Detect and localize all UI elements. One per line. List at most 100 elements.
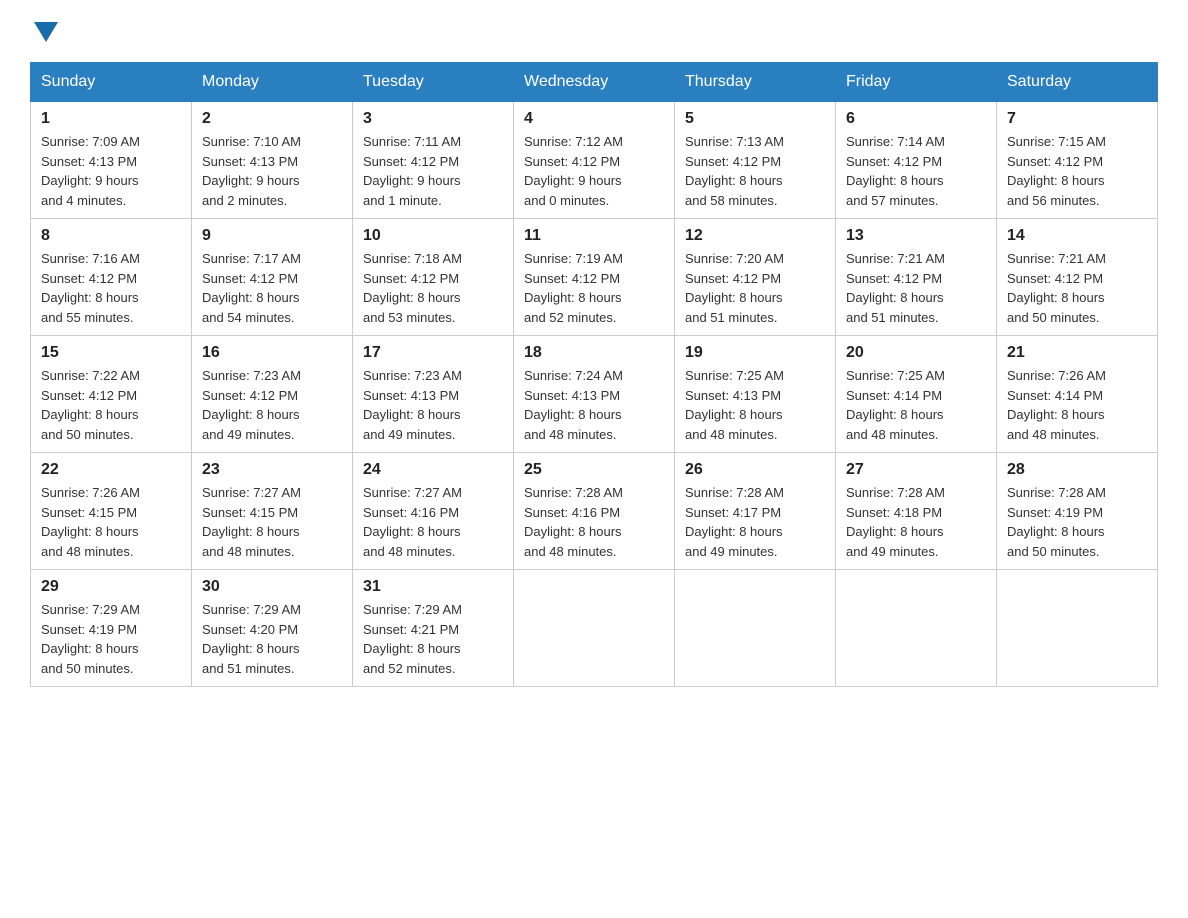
- day-info: Sunrise: 7:17 AMSunset: 4:12 PMDaylight:…: [202, 251, 301, 325]
- calendar-week-row: 22 Sunrise: 7:26 AMSunset: 4:15 PMDaylig…: [31, 453, 1158, 570]
- day-of-week-header: Saturday: [997, 63, 1158, 102]
- day-number: 20: [846, 344, 986, 362]
- calendar-day-cell: 8 Sunrise: 7:16 AMSunset: 4:12 PMDayligh…: [31, 219, 192, 336]
- calendar-day-cell: 21 Sunrise: 7:26 AMSunset: 4:14 PMDaylig…: [997, 336, 1158, 453]
- day-info: Sunrise: 7:10 AMSunset: 4:13 PMDaylight:…: [202, 134, 301, 208]
- day-number: 22: [41, 461, 181, 479]
- logo-triangle-icon: [34, 22, 58, 42]
- calendar-day-cell: 2 Sunrise: 7:10 AMSunset: 4:13 PMDayligh…: [192, 102, 353, 219]
- calendar-day-cell: 17 Sunrise: 7:23 AMSunset: 4:13 PMDaylig…: [353, 336, 514, 453]
- day-info: Sunrise: 7:21 AMSunset: 4:12 PMDaylight:…: [1007, 251, 1106, 325]
- calendar-table: SundayMondayTuesdayWednesdayThursdayFrid…: [30, 62, 1158, 687]
- calendar-day-cell: 4 Sunrise: 7:12 AMSunset: 4:12 PMDayligh…: [514, 102, 675, 219]
- day-info: Sunrise: 7:09 AMSunset: 4:13 PMDaylight:…: [41, 134, 140, 208]
- day-info: Sunrise: 7:29 AMSunset: 4:20 PMDaylight:…: [202, 602, 301, 676]
- day-number: 2: [202, 110, 342, 128]
- day-number: 21: [1007, 344, 1147, 362]
- calendar-day-cell: 15 Sunrise: 7:22 AMSunset: 4:12 PMDaylig…: [31, 336, 192, 453]
- day-number: 30: [202, 578, 342, 596]
- day-info: Sunrise: 7:26 AMSunset: 4:14 PMDaylight:…: [1007, 368, 1106, 442]
- day-number: 5: [685, 110, 825, 128]
- day-info: Sunrise: 7:28 AMSunset: 4:16 PMDaylight:…: [524, 485, 623, 559]
- calendar-day-cell: 14 Sunrise: 7:21 AMSunset: 4:12 PMDaylig…: [997, 219, 1158, 336]
- day-number: 1: [41, 110, 181, 128]
- calendar-day-cell: 9 Sunrise: 7:17 AMSunset: 4:12 PMDayligh…: [192, 219, 353, 336]
- day-number: 31: [363, 578, 503, 596]
- calendar-day-cell: [514, 570, 675, 687]
- calendar-week-row: 8 Sunrise: 7:16 AMSunset: 4:12 PMDayligh…: [31, 219, 1158, 336]
- calendar-day-cell: 20 Sunrise: 7:25 AMSunset: 4:14 PMDaylig…: [836, 336, 997, 453]
- day-info: Sunrise: 7:13 AMSunset: 4:12 PMDaylight:…: [685, 134, 784, 208]
- day-of-week-header: Sunday: [31, 63, 192, 102]
- day-info: Sunrise: 7:20 AMSunset: 4:12 PMDaylight:…: [685, 251, 784, 325]
- calendar-day-cell: 23 Sunrise: 7:27 AMSunset: 4:15 PMDaylig…: [192, 453, 353, 570]
- calendar-day-cell: 5 Sunrise: 7:13 AMSunset: 4:12 PMDayligh…: [675, 102, 836, 219]
- day-number: 16: [202, 344, 342, 362]
- day-info: Sunrise: 7:25 AMSunset: 4:13 PMDaylight:…: [685, 368, 784, 442]
- day-number: 25: [524, 461, 664, 479]
- day-number: 3: [363, 110, 503, 128]
- calendar-day-cell: 11 Sunrise: 7:19 AMSunset: 4:12 PMDaylig…: [514, 219, 675, 336]
- day-number: 4: [524, 110, 664, 128]
- day-info: Sunrise: 7:24 AMSunset: 4:13 PMDaylight:…: [524, 368, 623, 442]
- day-number: 11: [524, 227, 664, 245]
- calendar-day-cell: 10 Sunrise: 7:18 AMSunset: 4:12 PMDaylig…: [353, 219, 514, 336]
- calendar-day-cell: 6 Sunrise: 7:14 AMSunset: 4:12 PMDayligh…: [836, 102, 997, 219]
- day-info: Sunrise: 7:21 AMSunset: 4:12 PMDaylight:…: [846, 251, 945, 325]
- day-number: 26: [685, 461, 825, 479]
- calendar-day-cell: 19 Sunrise: 7:25 AMSunset: 4:13 PMDaylig…: [675, 336, 836, 453]
- calendar-week-row: 29 Sunrise: 7:29 AMSunset: 4:19 PMDaylig…: [31, 570, 1158, 687]
- day-of-week-header: Wednesday: [514, 63, 675, 102]
- calendar-day-cell: [997, 570, 1158, 687]
- day-info: Sunrise: 7:23 AMSunset: 4:13 PMDaylight:…: [363, 368, 462, 442]
- day-info: Sunrise: 7:28 AMSunset: 4:17 PMDaylight:…: [685, 485, 784, 559]
- day-info: Sunrise: 7:28 AMSunset: 4:18 PMDaylight:…: [846, 485, 945, 559]
- day-info: Sunrise: 7:23 AMSunset: 4:12 PMDaylight:…: [202, 368, 301, 442]
- day-info: Sunrise: 7:15 AMSunset: 4:12 PMDaylight:…: [1007, 134, 1106, 208]
- logo: [30, 20, 58, 42]
- calendar-day-cell: 16 Sunrise: 7:23 AMSunset: 4:12 PMDaylig…: [192, 336, 353, 453]
- day-info: Sunrise: 7:19 AMSunset: 4:12 PMDaylight:…: [524, 251, 623, 325]
- day-number: 7: [1007, 110, 1147, 128]
- page-header: [30, 20, 1158, 42]
- day-number: 9: [202, 227, 342, 245]
- day-number: 24: [363, 461, 503, 479]
- day-info: Sunrise: 7:27 AMSunset: 4:15 PMDaylight:…: [202, 485, 301, 559]
- day-info: Sunrise: 7:14 AMSunset: 4:12 PMDaylight:…: [846, 134, 945, 208]
- day-number: 29: [41, 578, 181, 596]
- day-number: 13: [846, 227, 986, 245]
- calendar-week-row: 1 Sunrise: 7:09 AMSunset: 4:13 PMDayligh…: [31, 102, 1158, 219]
- calendar-day-cell: 31 Sunrise: 7:29 AMSunset: 4:21 PMDaylig…: [353, 570, 514, 687]
- calendar-day-cell: 7 Sunrise: 7:15 AMSunset: 4:12 PMDayligh…: [997, 102, 1158, 219]
- day-of-week-header: Tuesday: [353, 63, 514, 102]
- day-info: Sunrise: 7:18 AMSunset: 4:12 PMDaylight:…: [363, 251, 462, 325]
- calendar-day-cell: 29 Sunrise: 7:29 AMSunset: 4:19 PMDaylig…: [31, 570, 192, 687]
- day-number: 17: [363, 344, 503, 362]
- calendar-day-cell: 13 Sunrise: 7:21 AMSunset: 4:12 PMDaylig…: [836, 219, 997, 336]
- day-info: Sunrise: 7:11 AMSunset: 4:12 PMDaylight:…: [363, 134, 461, 208]
- calendar-week-row: 15 Sunrise: 7:22 AMSunset: 4:12 PMDaylig…: [31, 336, 1158, 453]
- calendar-day-cell: 27 Sunrise: 7:28 AMSunset: 4:18 PMDaylig…: [836, 453, 997, 570]
- day-number: 27: [846, 461, 986, 479]
- calendar-day-cell: 12 Sunrise: 7:20 AMSunset: 4:12 PMDaylig…: [675, 219, 836, 336]
- day-number: 8: [41, 227, 181, 245]
- day-number: 10: [363, 227, 503, 245]
- day-info: Sunrise: 7:26 AMSunset: 4:15 PMDaylight:…: [41, 485, 140, 559]
- day-number: 28: [1007, 461, 1147, 479]
- day-number: 19: [685, 344, 825, 362]
- calendar-day-cell: [675, 570, 836, 687]
- day-of-week-header: Thursday: [675, 63, 836, 102]
- day-number: 23: [202, 461, 342, 479]
- calendar-day-cell: [836, 570, 997, 687]
- calendar-day-cell: 24 Sunrise: 7:27 AMSunset: 4:16 PMDaylig…: [353, 453, 514, 570]
- day-info: Sunrise: 7:27 AMSunset: 4:16 PMDaylight:…: [363, 485, 462, 559]
- day-number: 14: [1007, 227, 1147, 245]
- day-info: Sunrise: 7:16 AMSunset: 4:12 PMDaylight:…: [41, 251, 140, 325]
- day-of-week-header: Friday: [836, 63, 997, 102]
- day-info: Sunrise: 7:29 AMSunset: 4:21 PMDaylight:…: [363, 602, 462, 676]
- calendar-day-cell: 25 Sunrise: 7:28 AMSunset: 4:16 PMDaylig…: [514, 453, 675, 570]
- day-number: 15: [41, 344, 181, 362]
- day-number: 6: [846, 110, 986, 128]
- day-info: Sunrise: 7:28 AMSunset: 4:19 PMDaylight:…: [1007, 485, 1106, 559]
- day-info: Sunrise: 7:29 AMSunset: 4:19 PMDaylight:…: [41, 602, 140, 676]
